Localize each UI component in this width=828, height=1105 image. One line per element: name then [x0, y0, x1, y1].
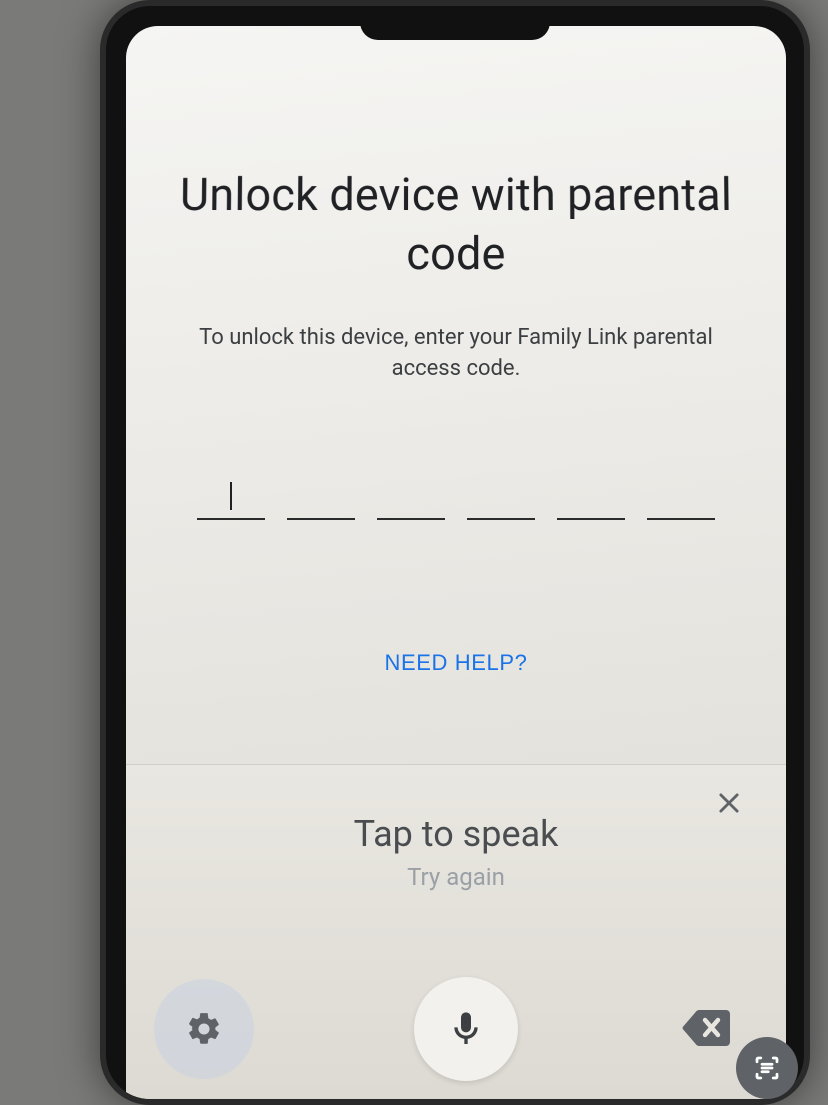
- gear-icon: [185, 1010, 223, 1048]
- need-help-link[interactable]: NEED HELP?: [385, 650, 528, 676]
- phone-frame: Unlock device with parental code To unlo…: [100, 0, 810, 1105]
- voice-controls: [126, 977, 786, 1081]
- backspace-icon: [682, 1010, 730, 1046]
- close-voice-button[interactable]: [714, 789, 744, 819]
- code-digit-3[interactable]: [377, 470, 445, 520]
- voice-settings-button[interactable]: [154, 979, 254, 1079]
- lock-screen-content: Unlock device with parental code To unlo…: [126, 26, 786, 764]
- mic-button[interactable]: [414, 977, 518, 1081]
- code-digit-5[interactable]: [557, 470, 625, 520]
- code-digit-1[interactable]: [197, 470, 265, 520]
- voice-title: Tap to speak: [354, 813, 559, 855]
- voice-input-panel: Tap to speak Try again: [126, 764, 786, 1099]
- parental-code-input[interactable]: [156, 470, 756, 520]
- voice-subtitle: Try again: [407, 863, 505, 891]
- scan-icon: [752, 1053, 782, 1083]
- page-subtitle: To unlock this device, enter your Family…: [196, 323, 716, 385]
- display-notch: [360, 6, 550, 40]
- mic-icon: [446, 1009, 486, 1049]
- close-icon: [715, 789, 743, 817]
- code-digit-6[interactable]: [647, 470, 715, 520]
- backspace-button[interactable]: [678, 1008, 734, 1050]
- page-title: Unlock device with parental code: [155, 166, 757, 283]
- code-digit-2[interactable]: [287, 470, 355, 520]
- screenshot-overlay-button[interactable]: [736, 1037, 798, 1099]
- code-digit-4[interactable]: [467, 470, 535, 520]
- screen: Unlock device with parental code To unlo…: [126, 26, 786, 1099]
